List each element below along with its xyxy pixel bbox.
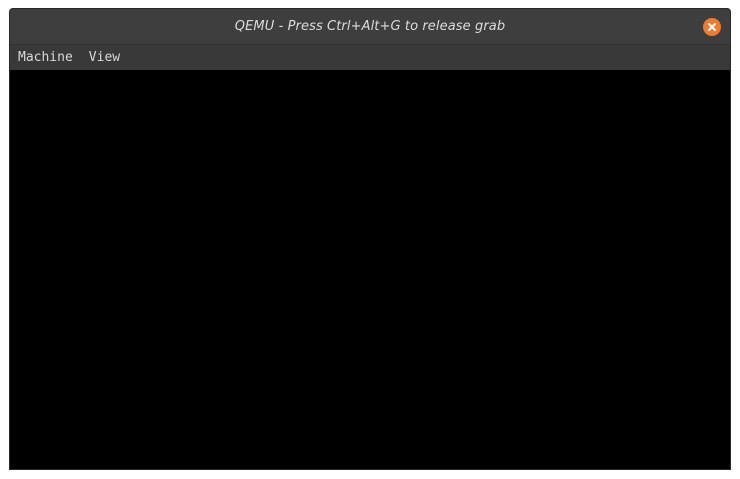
qemu-window: QEMU - Press Ctrl+Alt+G to release grab … bbox=[9, 8, 731, 470]
vm-display[interactable] bbox=[10, 70, 730, 469]
menu-view[interactable]: View bbox=[89, 50, 120, 65]
close-button[interactable] bbox=[703, 18, 721, 36]
close-icon bbox=[707, 22, 717, 32]
menu-bar: Machine View bbox=[10, 44, 730, 70]
title-bar[interactable]: QEMU - Press Ctrl+Alt+G to release grab bbox=[10, 9, 730, 44]
menu-machine[interactable]: Machine bbox=[18, 50, 73, 65]
window-title: QEMU - Press Ctrl+Alt+G to release grab bbox=[234, 19, 506, 34]
